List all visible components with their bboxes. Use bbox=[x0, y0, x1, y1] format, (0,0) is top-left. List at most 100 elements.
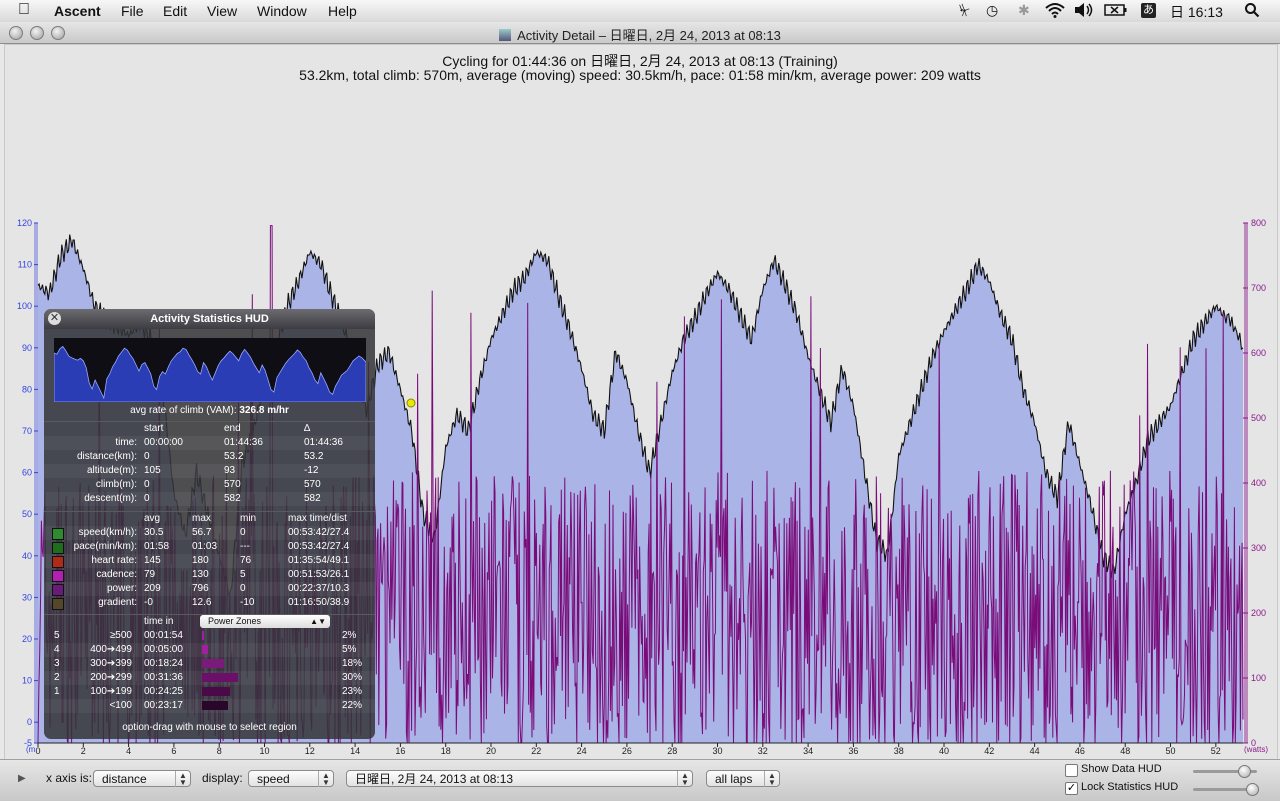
summary-row-label: altitude(m): bbox=[86, 465, 137, 476]
show-data-hud-checkbox[interactable] bbox=[1065, 764, 1078, 777]
x-tick-label: 22 bbox=[531, 746, 541, 756]
zone-time: 00:31:36 bbox=[144, 672, 183, 683]
activity-statistics-hud[interactable]: ✕ Activity Statistics HUD avg rate of cl… bbox=[44, 309, 375, 739]
y-left-tick-label: 50 bbox=[22, 509, 32, 519]
volume-icon[interactable] bbox=[1074, 2, 1094, 21]
zones-header: time in bbox=[144, 616, 174, 627]
vam-value: 326.8 m/hr bbox=[239, 405, 289, 416]
menu-window[interactable]: Window bbox=[257, 3, 307, 19]
laps-select[interactable]: all laps ▲ ▼ bbox=[706, 770, 780, 787]
zone-number: 5 bbox=[54, 630, 60, 641]
metric-label: speed(km/h): bbox=[78, 527, 137, 538]
x-tick-label: 40 bbox=[939, 746, 949, 756]
apple-menu-icon[interactable]:  bbox=[18, 1, 30, 19]
zone-range: ≥500 bbox=[109, 630, 132, 641]
window-title: Activity Detail – 日曜日, 2月 24, 2013 at 08… bbox=[517, 28, 781, 43]
bluetooth-icon[interactable]: ✱ bbox=[1018, 2, 1030, 19]
bottom-toolbar: ▶ x axis is: distance ▲ ▼ display: speed ▲ ▼… bbox=[0, 759, 1280, 801]
app-menu[interactable]: Ascent bbox=[54, 3, 101, 19]
eject-icon[interactable]: ⏧ bbox=[959, 2, 970, 19]
menu-edit[interactable]: Edit bbox=[163, 3, 187, 19]
zone-type-select[interactable]: Power Zones ▲▼ bbox=[200, 615, 330, 628]
metrics-header-cell: avg bbox=[144, 513, 161, 524]
metric-row: power: 209 796 0 00:22:37/10.3 bbox=[44, 582, 375, 596]
time-machine-icon[interactable]: ◷ bbox=[986, 2, 998, 19]
input-method-indicator[interactable]: あ bbox=[1141, 3, 1156, 18]
y-left-tick-label: 70 bbox=[22, 426, 32, 436]
disclosure-triangle-icon[interactable]: ▶ bbox=[18, 773, 26, 784]
summary-row-end: 01:44:36 bbox=[224, 437, 263, 448]
hud-title-bar[interactable]: ✕ Activity Statistics HUD bbox=[44, 309, 375, 329]
activity-summary-stats: 53.2km, total climb: 570m, average (movi… bbox=[299, 67, 981, 83]
metric-max: 01:03 bbox=[192, 541, 218, 552]
zone-number: 2 bbox=[54, 672, 60, 683]
x-tick-label: 50 bbox=[1166, 746, 1176, 756]
summary-row-delta: 53.2 bbox=[304, 451, 324, 462]
metric-min: 5 bbox=[240, 569, 246, 580]
menu-file[interactable]: File bbox=[121, 3, 144, 19]
metric-max-time-dist: 00:22:37/10.3 bbox=[288, 583, 350, 594]
x-tick-label: 32 bbox=[758, 746, 768, 756]
x-tick-label: 52 bbox=[1211, 746, 1221, 756]
menu-view[interactable]: View bbox=[207, 3, 237, 19]
menu-bar:  Ascent File Edit View Window Help ⏧ ◷ … bbox=[0, 0, 1280, 23]
data-hud-opacity-slider-knob[interactable] bbox=[1238, 765, 1251, 778]
battery-icon[interactable] bbox=[1104, 2, 1128, 21]
zone-bar bbox=[202, 673, 238, 682]
summary-row: descent(m): 0 582 582 bbox=[44, 492, 375, 506]
metric-min: 76 bbox=[240, 555, 252, 566]
summary-header-cell: start bbox=[144, 423, 164, 434]
summary-row-delta: 01:44:36 bbox=[304, 437, 343, 448]
metric-label: gradient: bbox=[98, 597, 137, 608]
x-tick-label: 36 bbox=[848, 746, 858, 756]
summary-header-row: start end ∆ bbox=[44, 422, 375, 436]
metric-max: 130 bbox=[192, 569, 209, 580]
spotlight-icon[interactable] bbox=[1244, 2, 1260, 21]
lock-statistics-hud-checkbox[interactable]: ✓ bbox=[1065, 782, 1078, 795]
metric-max-time-dist: 00:53:42/27.4 bbox=[288, 527, 350, 538]
hud-close-icon[interactable]: ✕ bbox=[48, 312, 61, 325]
x-axis-select[interactable]: distance ▲ ▼ bbox=[93, 770, 191, 787]
summary-row: altitude(m): 105 93 -12 bbox=[44, 464, 375, 478]
metric-max-time-dist: 00:53:42/27.4 bbox=[288, 541, 350, 552]
summary-row: time: 00:00:00 01:44:36 01:44:36 bbox=[44, 436, 375, 450]
y-left-tick-label: 0 bbox=[27, 717, 32, 727]
menu-help[interactable]: Help bbox=[328, 3, 357, 19]
summary-row-end: 570 bbox=[224, 479, 241, 490]
summary-row: climb(m): 0 570 570 bbox=[44, 478, 375, 492]
y-right-tick-label: 600 bbox=[1251, 348, 1266, 358]
x-tick-label: 8 bbox=[217, 746, 222, 756]
x-tick-label: 38 bbox=[894, 746, 904, 756]
zone-range: <100 bbox=[109, 700, 132, 711]
y-right-tick-label: 400 bbox=[1251, 478, 1266, 488]
summary-row-delta: 570 bbox=[304, 479, 321, 490]
metric-min: 0 bbox=[240, 583, 246, 594]
y-right-tick-label: 300 bbox=[1251, 543, 1266, 553]
zone-percent: 22% bbox=[342, 700, 363, 711]
zone-percent: 5% bbox=[342, 644, 357, 655]
y-left-tick-label: 10 bbox=[22, 676, 32, 686]
metrics-header-row: avg max min max time/dist bbox=[44, 512, 375, 526]
zone-row: 4 400➔499 00:05:00 5% bbox=[44, 643, 375, 657]
zone-number: 1 bbox=[54, 686, 60, 697]
activity-select[interactable]: 日曜日, 2月 24, 2013 at 08:13 ▲ ▼ bbox=[346, 770, 693, 787]
metric-row: pace(min/km): 01:58 01:03 --- 00:53:42/27.4 bbox=[44, 540, 375, 554]
summary-header-cell: end bbox=[224, 423, 241, 434]
lock-statistics-hud-label: Lock Statistics HUD bbox=[1081, 781, 1179, 793]
metric-label: cadence: bbox=[96, 569, 137, 580]
hud-title: Activity Statistics HUD bbox=[150, 313, 269, 325]
x-axis-unit-label: (m bbox=[26, 745, 36, 754]
zone-row: 3 300➔399 00:18:24 18% bbox=[44, 657, 375, 671]
zone-number: 3 bbox=[54, 658, 60, 669]
metric-row: gradient: -0 12.6 -10 01:16:50/38.9 bbox=[44, 596, 375, 610]
x-tick-label: 6 bbox=[171, 746, 176, 756]
zone-row: 1 100➔199 00:24:25 23% bbox=[44, 685, 375, 699]
clock[interactable]: 日 16:13 bbox=[1170, 2, 1223, 22]
stats-hud-opacity-slider-knob[interactable] bbox=[1246, 783, 1259, 796]
x-tick-label: 28 bbox=[667, 746, 677, 756]
summary-row-label: distance(km): bbox=[76, 451, 137, 462]
display-select[interactable]: speed ▲ ▼ bbox=[248, 770, 334, 787]
wifi-icon[interactable] bbox=[1044, 2, 1066, 21]
summary-row-label: climb(m): bbox=[95, 479, 137, 490]
summary-row-start: 0 bbox=[144, 451, 150, 462]
